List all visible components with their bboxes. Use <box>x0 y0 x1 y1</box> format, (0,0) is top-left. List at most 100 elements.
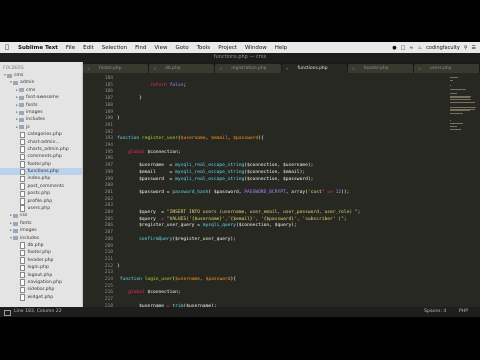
sidebar-file-footer-php[interactable]: footer.php <box>0 249 82 257</box>
syntax-setting[interactable]: PHP <box>459 307 468 317</box>
close-tab-icon[interactable]: × <box>286 64 289 73</box>
sidebar-file-footer-php[interactable]: footer.php <box>0 161 82 168</box>
code-line[interactable]: $query = "INSERT INTO users (username, u… <box>117 210 360 215</box>
sidebar-item-label: cms <box>14 73 24 78</box>
sidebar-file-comments-php[interactable]: comments.php <box>0 153 82 161</box>
record-icon[interactable]: ● <box>392 45 396 51</box>
sidebar-folder-admin[interactable]: ▾ admin <box>0 79 82 86</box>
sidebar-folder-images[interactable]: ▸ images <box>0 109 82 116</box>
code-line[interactable]: function register_user($username, $email… <box>117 136 264 141</box>
code-token: $query = <box>117 210 167 215</box>
sidebar-folder-images[interactable]: ▸ images <box>0 227 82 234</box>
code-line[interactable]: $username = mysqli_real_escape_string($c… <box>117 163 313 168</box>
code-line[interactable]: $password = mysqli_real_escape_string($c… <box>117 177 313 182</box>
tab-header-php[interactable]: × header.php <box>347 64 413 73</box>
sidebar-file-posts-php[interactable]: posts.php <box>0 190 82 198</box>
panel-toggle-icon[interactable] <box>4 310 11 316</box>
code-line[interactable]: } <box>117 96 142 101</box>
sidebar-folder-css[interactable]: ▸ css <box>0 212 82 219</box>
code-line[interactable]: $query .= "VALUES('{$username}','{$email… <box>117 217 347 222</box>
line-number: 211 <box>104 256 113 262</box>
sidebar-folder-cms[interactable]: ▸ cms <box>0 87 82 94</box>
line-number: 190 <box>104 116 113 122</box>
menu-help[interactable]: Help <box>271 45 292 51</box>
menu-view[interactable]: View <box>150 45 171 51</box>
sidebar-folder-includes[interactable]: ▾ includes <box>0 235 82 242</box>
sidebar-file-header-php[interactable]: header.php <box>0 257 82 264</box>
sidebar-file-navigation-php[interactable]: navigation.php <box>0 279 82 286</box>
close-tab-icon[interactable]: × <box>87 64 90 73</box>
folder-icon <box>19 88 24 93</box>
sidebar-file-charts-admin-php[interactable]: charts_admin.php <box>0 146 82 153</box>
sidebar-file-login-php[interactable]: login.php <box>0 264 82 272</box>
sidebar-file-post-comments[interactable]: post_comments <box>0 183 82 190</box>
sidebar-folder-includes[interactable]: ▸ includes <box>0 116 82 123</box>
monitor-icon[interactable]: □ <box>401 45 406 51</box>
menu-project[interactable]: Project <box>214 45 241 51</box>
indentation-setting[interactable]: Spaces: 4 <box>424 307 446 317</box>
list-icon[interactable]: ☰ <box>472 45 476 51</box>
menu-file[interactable]: File <box>62 45 79 51</box>
code-line[interactable]: return false; <box>117 83 186 88</box>
code-line[interactable]: $email = mysqli_real_escape_string($conn… <box>117 170 305 175</box>
sidebar-file-logout-php[interactable]: logout.php <box>0 271 82 279</box>
code-line[interactable]: global $connection; <box>117 290 181 295</box>
sidebar-folder-font-awesome[interactable]: ▸ font-awesome <box>0 94 82 101</box>
sound-icon[interactable]: ♨ <box>418 45 422 51</box>
close-tab-icon[interactable]: × <box>219 64 222 73</box>
sidebar-file-users-php[interactable]: users.php <box>0 205 82 212</box>
menu-goto[interactable]: Goto <box>171 45 192 51</box>
line-number: 200 <box>104 183 113 189</box>
user-menu[interactable]: codingfaculty <box>426 45 460 51</box>
code-token: ){ <box>230 277 237 282</box>
tab-footer-php[interactable]: × footer.php <box>83 64 149 73</box>
sidebar-file-db-php[interactable]: db.php <box>0 242 82 249</box>
sidebar-file-index-php[interactable]: index.php <box>0 175 82 183</box>
minimap-line <box>450 76 458 78</box>
menu-edit[interactable]: Edit <box>79 45 98 51</box>
search-icon[interactable]: ⚲ <box>464 45 468 51</box>
line-number: 207 <box>104 230 113 236</box>
close-tab-icon[interactable]: × <box>352 64 355 73</box>
sidebar-item-label: cms <box>26 87 36 93</box>
code-line[interactable]: confirmQuery($register_user_query); <box>117 237 236 242</box>
tab-users-php[interactable]: × users.php <box>413 64 480 73</box>
code-line[interactable]: global $connection; <box>117 150 181 155</box>
folder-icon <box>7 73 12 78</box>
sidebar-item-label: posts.php <box>27 191 51 197</box>
wifi-icon[interactable]: ≈ <box>409 45 413 51</box>
sidebar-file-widget-php[interactable]: widget.php <box>0 294 82 301</box>
tab-functions-php[interactable]: × functions.php <box>281 64 347 73</box>
sidebar-file-categories-php[interactable]: categories.php <box>0 131 82 139</box>
line-number: 205 <box>104 216 113 222</box>
sidebar-folder-fonts[interactable]: ▸ fonts <box>0 102 82 109</box>
code-line[interactable]: } <box>117 116 120 121</box>
code-token: ($connection, $password); <box>244 176 314 182</box>
line-number: 203 <box>104 203 113 209</box>
close-tab-icon[interactable]: × <box>418 64 421 73</box>
code-editor[interactable]: 184 185 186 187 188 189 190 191 192 193 194 195 196 1… <box>83 73 480 307</box>
menu-tools[interactable]: Tools <box>193 45 215 51</box>
sidebar-file-functions-php[interactable]: functions.php <box>0 168 82 176</box>
code-line[interactable]: $register_user_query = mysqli_query($con… <box>117 223 297 228</box>
sidebar-item-label: font-awesome <box>26 95 59 101</box>
code-line[interactable]: } <box>117 264 120 269</box>
sidebar-file-sidebar-php[interactable]: sidebar.php <box>0 286 82 294</box>
close-tab-icon[interactable]: × <box>153 64 156 73</box>
minimap[interactable] <box>450 73 478 307</box>
menu-window[interactable]: Window <box>241 45 271 51</box>
sidebar-file-chart-admin-[interactable]: chart-admin... <box>0 138 82 146</box>
menu-find[interactable]: Find <box>131 45 150 51</box>
sidebar-file-profile-php[interactable]: profile.php <box>0 198 82 205</box>
code-line[interactable]: $password = password_hash( $password, PA… <box>117 190 349 195</box>
tab-registration-php[interactable]: × registration.php <box>215 64 281 73</box>
sidebar-folder-fonts[interactable]: ▸ fonts <box>0 220 82 227</box>
apple-icon[interactable]:  <box>0 44 14 51</box>
sidebar-folder-cms[interactable]: ▾ cms <box>0 72 82 79</box>
tab-db-php[interactable]: × db.php <box>149 64 215 73</box>
code-line[interactable]: function login_user($username, $password… <box>117 277 236 282</box>
sidebar-folder-js[interactable]: ▸ js <box>0 124 82 131</box>
menu-selection[interactable]: Selection <box>98 45 131 51</box>
app-menu[interactable]: Sublime Text <box>14 45 62 51</box>
